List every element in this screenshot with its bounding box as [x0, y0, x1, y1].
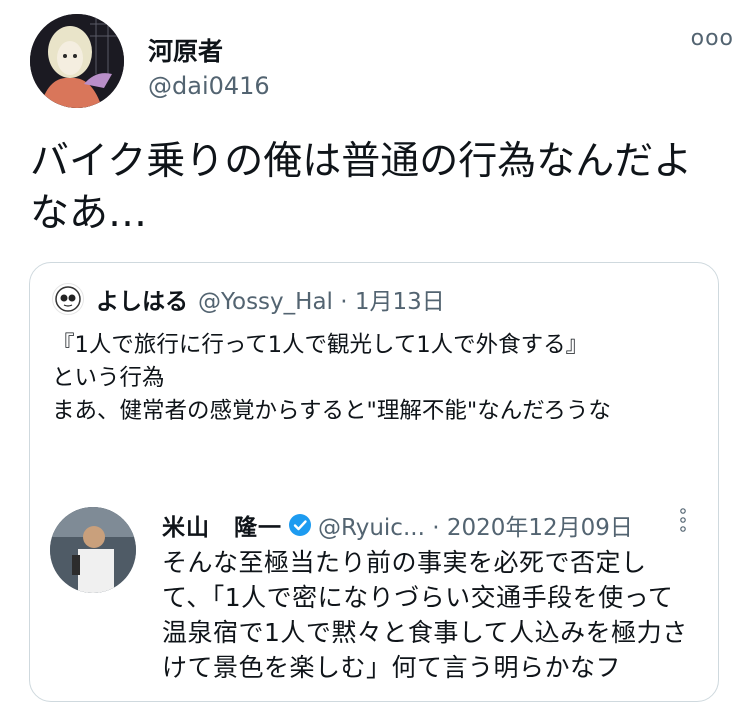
avatar[interactable] [50, 507, 136, 593]
more-icon[interactable]: ooo [691, 26, 734, 51]
inner-quote-header: 米山 隆一 @Ryuic... · 2020年12月09日 [162, 509, 633, 541]
quoted-tweet-header: よしはる @Yossy_Hal · 1月13日 [52, 283, 445, 315]
quoted-display-name[interactable]: よしはる [96, 282, 188, 316]
display-name[interactable]: 河原者 [148, 32, 223, 68]
tweet-text: バイク乗りの俺は普通の行為なんだよなあ… [30, 139, 693, 236]
quoted-tweet[interactable]: よしはる @Yossy_Hal · 1月13日 『1人で旅行に行って1人で観光し… [29, 262, 719, 702]
avatar[interactable] [30, 14, 124, 108]
handle[interactable]: @dai0416 [148, 72, 270, 100]
tweet-header: 河原者 @dai0416 ooo [30, 14, 733, 110]
inner-display-name[interactable]: 米山 隆一 [162, 508, 282, 542]
avatar[interactable] [52, 283, 84, 315]
verified-icon [289, 514, 311, 536]
inner-text: そんな至極当たり前の事実を必死で否定して、「1人で密になりづらい交通手段を使って… [162, 548, 688, 682]
inner-meta: @Ryuic... · 2020年12月09日 [318, 515, 633, 541]
dots-vertical-icon[interactable] [678, 507, 688, 533]
quoted-text: 『1人で旅行に行って1人で観光して1人で外食する』 という行為 まあ、健常者の感… [52, 332, 611, 424]
quoted-meta: @Yossy_Hal · 1月13日 [198, 289, 445, 315]
